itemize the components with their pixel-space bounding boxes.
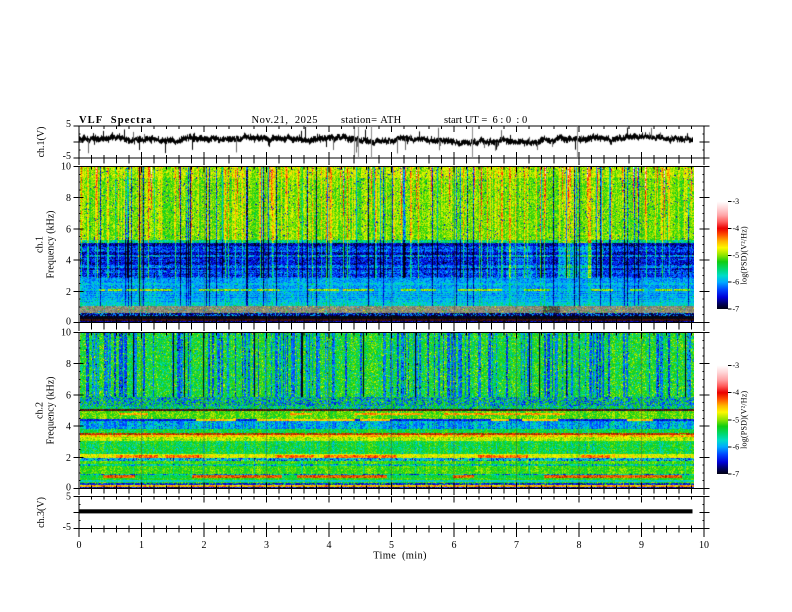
svg-text:-5: -5 [733,251,740,260]
svg-text:ch.2: ch.2 [35,402,46,419]
svg-text:ch.3(V): ch.3(V) [36,497,47,528]
svg-text:station= ATH: station= ATH [341,115,402,126]
svg-text:7: 7 [514,540,519,551]
svg-text:0: 0 [66,317,71,328]
svg-text:-5: -5 [63,522,71,533]
svg-text:-6: -6 [733,278,740,287]
svg-text:-4: -4 [733,224,740,233]
svg-text:-5: -5 [63,151,71,162]
svg-text:5: 5 [66,492,71,503]
svg-text:2: 2 [66,453,71,464]
svg-text:3: 3 [264,540,269,551]
svg-text:10: 10 [61,328,71,339]
svg-text:VLF Spectra: VLF Spectra [79,115,153,126]
svg-text:8: 8 [66,359,71,370]
svg-text:2: 2 [66,287,71,298]
svg-text:5: 5 [389,540,394,551]
svg-text:6: 6 [66,390,71,401]
svg-text:2: 2 [202,540,207,551]
svg-text:4: 4 [327,540,332,551]
svg-text:-3: -3 [733,361,740,370]
svg-text:log(PSD)(V²/Hz): log(PSD)(V²/Hz) [740,226,749,284]
svg-text:9: 9 [639,540,644,551]
svg-text:-4: -4 [733,388,740,397]
svg-text:ch.1(V): ch.1(V) [36,127,47,158]
svg-text:8: 8 [577,540,582,551]
svg-text:start UT = 6 : 0 : 0: start UT = 6 : 0 : 0 [444,115,527,126]
svg-text:-6: -6 [733,442,740,451]
svg-text:Frequency (kHz): Frequency (kHz) [46,376,57,444]
svg-text:Time (min): Time (min) [373,551,427,562]
svg-text:-7: -7 [733,470,740,479]
svg-text:1: 1 [139,540,144,551]
svg-text:4: 4 [66,256,71,267]
svg-text:Frequency (kHz): Frequency (kHz) [46,210,57,278]
svg-text:8: 8 [66,193,71,204]
svg-text:Nov.21, 2025: Nov.21, 2025 [252,115,319,126]
svg-text:-5: -5 [733,415,740,424]
svg-text:log(PSD)(V²/Hz): log(PSD)(V²/Hz) [740,390,749,448]
svg-text:6: 6 [66,224,71,235]
svg-text:ch.1: ch.1 [35,236,46,253]
svg-text:5: 5 [66,119,71,130]
svg-text:-3: -3 [733,197,740,206]
svg-text:10: 10 [699,540,709,551]
svg-text:10: 10 [61,162,71,173]
svg-text:6: 6 [452,540,457,551]
svg-text:0: 0 [77,540,82,551]
svg-text:-7: -7 [733,305,740,314]
svg-text:4: 4 [66,422,71,433]
